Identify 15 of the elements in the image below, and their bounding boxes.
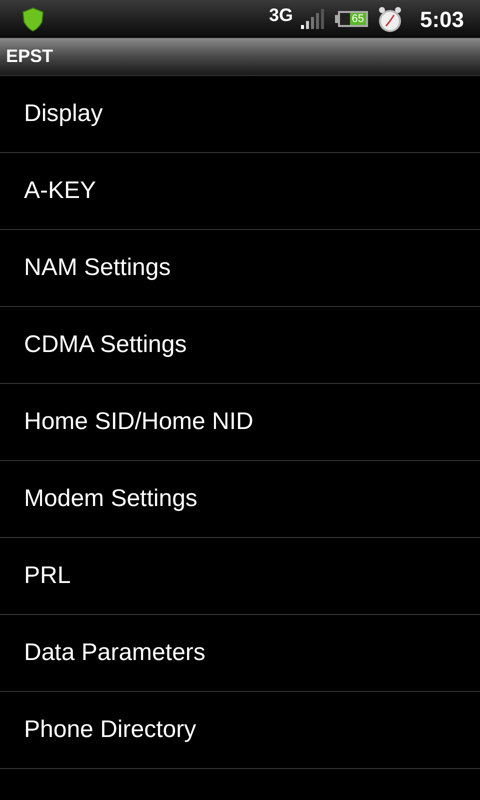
screen-title: EPST	[6, 45, 54, 68]
clock: 5:03	[420, 6, 464, 34]
network-type: 3G	[268, 6, 293, 24]
settings-item[interactable]: A-KEY	[0, 153, 480, 230]
settings-item[interactable]: CDMA Settings	[0, 307, 480, 384]
settings-item[interactable]: Home SID/Home NID	[0, 384, 480, 461]
settings-item[interactable]: Data Parameters	[0, 615, 480, 692]
settings-item[interactable]: PRL	[0, 538, 480, 615]
signal-icon	[300, 9, 327, 29]
shield-icon	[20, 6, 46, 32]
battery-level: 65	[350, 13, 366, 25]
settings-item[interactable]: NAM Settings	[0, 230, 480, 307]
settings-item[interactable]: Display	[0, 76, 480, 153]
settings-item[interactable]: Modem Settings	[0, 461, 480, 538]
settings-item[interactable]: Phone Directory	[0, 692, 480, 769]
